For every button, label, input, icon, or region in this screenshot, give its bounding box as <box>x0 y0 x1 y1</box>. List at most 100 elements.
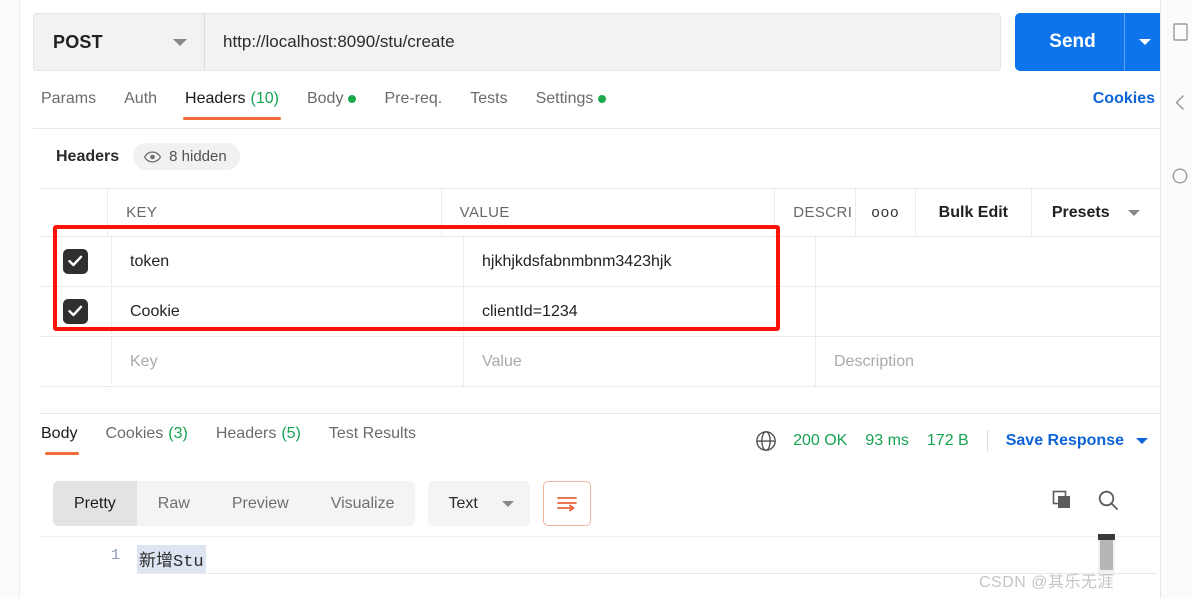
tab-tests[interactable]: Tests <box>456 90 521 120</box>
tab-label: Headers <box>215 425 277 442</box>
url-bar: POST http://localhost:8090/stu/create Se… <box>33 13 1165 71</box>
eye-icon <box>144 150 162 163</box>
tab-label: Cookies <box>105 425 164 442</box>
tab-count: (3) <box>168 425 188 442</box>
right-sidebar <box>1160 0 1192 598</box>
meta-divider <box>986 430 988 452</box>
request-response-pane: POST http://localhost:8090/stu/create Se… <box>20 0 1180 598</box>
header-value[interactable]: clientId=1234 <box>464 287 816 336</box>
response-view-toolbar: Pretty Raw Preview Visualize Text <box>53 481 591 526</box>
select-all-cell <box>40 188 109 237</box>
view-mode-pretty[interactable]: Pretty <box>53 481 137 526</box>
headers-table: KEY VALUE DESCRI ooo Bulk Edit Presets t… <box>40 188 1160 387</box>
http-method-label: POST <box>53 31 103 52</box>
save-response-button[interactable]: Save Response <box>1006 432 1148 450</box>
chevron-down-icon <box>1139 39 1151 45</box>
row-checkbox[interactable] <box>63 248 88 274</box>
response-status: 200 OK <box>793 432 848 449</box>
header-key[interactable]: token <box>112 237 464 286</box>
search-icon[interactable] <box>1096 488 1120 512</box>
url-input[interactable]: http://localhost:8090/stu/create <box>205 13 1001 71</box>
response-tab-test-results[interactable]: Test Results <box>315 425 430 455</box>
tab-settings[interactable]: Settings <box>522 90 621 120</box>
tab-label: Pre-req. <box>384 90 443 107</box>
copy-icon[interactable] <box>1050 488 1074 512</box>
new-header-value-input[interactable]: Value <box>464 337 816 386</box>
tab-label: Headers <box>185 90 246 107</box>
response-tab-headers[interactable]: Headers (5) <box>202 425 315 455</box>
response-time: 93 ms <box>865 432 909 449</box>
word-wrap-icon <box>556 497 577 512</box>
header-description[interactable] <box>816 237 1160 286</box>
table-row[interactable]: Cookie clientId=1234 <box>40 287 1160 337</box>
info-icon[interactable] <box>1170 166 1190 186</box>
response-tab-cookies[interactable]: Cookies (3) <box>91 425 201 455</box>
column-header-description: DESCRI <box>775 188 856 237</box>
header-key[interactable]: Cookie <box>112 287 464 336</box>
circle-icon <box>1172 168 1188 184</box>
tab-headers[interactable]: Headers (10) <box>171 90 293 120</box>
headers-title: Headers <box>56 147 120 165</box>
response-action-icons <box>1050 488 1120 512</box>
chevron-down-icon <box>1136 438 1148 444</box>
response-format-label: Text <box>448 494 478 512</box>
presets-label: Presets <box>1051 203 1110 221</box>
tab-count: (10) <box>250 90 279 107</box>
tab-label: Body <box>306 90 344 107</box>
presets-button[interactable]: Presets <box>1032 189 1160 237</box>
response-format-selector[interactable]: Text <box>428 481 530 526</box>
cookies-link[interactable]: Cookies <box>1093 90 1155 108</box>
table-row-new[interactable]: Key Value Description <box>40 337 1160 387</box>
doc-icon <box>1172 23 1188 41</box>
http-method-selector[interactable]: POST <box>33 13 205 71</box>
response-tab-body[interactable]: Body <box>33 425 91 455</box>
send-options-button[interactable] <box>1125 39 1165 45</box>
hidden-headers-toggle[interactable]: 8 hidden <box>133 143 240 170</box>
view-mode-preview[interactable]: Preview <box>211 481 310 526</box>
bulk-edit-button[interactable]: Bulk Edit <box>916 188 1032 237</box>
response-meta: 200 OK 93 ms 172 B Save Response <box>755 430 1148 452</box>
check-icon <box>68 255 83 267</box>
send-button-label: Send <box>1049 31 1096 52</box>
view-mode-raw[interactable]: Raw <box>137 481 211 526</box>
new-header-key-input[interactable]: Key <box>112 337 464 386</box>
column-header-key: KEY <box>108 188 442 237</box>
response-size: 172 B <box>926 432 969 449</box>
tab-label: Body <box>41 425 78 442</box>
row-checkbox[interactable] <box>63 298 88 324</box>
table-row[interactable]: token hjkhjkdsfabnmbnm3423hjk <box>40 237 1160 287</box>
documentation-icon[interactable] <box>1170 22 1190 42</box>
send-button[interactable]: Send <box>1015 13 1165 71</box>
tab-body[interactable]: Body <box>293 90 370 120</box>
tab-auth[interactable]: Auth <box>110 90 171 120</box>
header-value[interactable]: hjkhjkdsfabnmbnm3423hjk <box>464 237 816 286</box>
chevron-down-icon <box>501 500 514 507</box>
watermark: CSDN @其乐无涯 <box>978 574 1114 591</box>
more-options-icon[interactable]: ooo <box>856 188 917 237</box>
response-divider <box>40 413 1180 414</box>
tab-label: Params <box>41 90 97 107</box>
comments-icon[interactable] <box>1170 92 1190 112</box>
header-description[interactable] <box>816 287 1160 336</box>
row-checkbox-cell <box>40 237 112 285</box>
new-header-description-input[interactable]: Description <box>816 337 1160 386</box>
scrollbar-cap <box>1098 534 1115 540</box>
chevron-left-icon <box>1175 94 1184 110</box>
response-body-text[interactable]: 新增Stu <box>137 545 206 573</box>
body-scrollbar-thumb[interactable] <box>1100 536 1113 570</box>
tab-label: Settings <box>535 90 594 107</box>
row-checkbox-cell <box>40 287 112 335</box>
headers-label-row: Headers 8 hidden <box>56 143 240 170</box>
tab-params[interactable]: Params <box>33 90 110 120</box>
save-response-label: Save Response <box>1005 432 1124 449</box>
status-dot-icon <box>598 95 607 103</box>
tab-label: Tests <box>470 90 508 107</box>
view-mode-visualize[interactable]: Visualize <box>310 481 416 526</box>
tab-pre-request[interactable]: Pre-req. <box>370 90 456 120</box>
check-icon <box>68 305 83 317</box>
tab-label: Auth <box>124 90 158 107</box>
url-text: http://localhost:8090/stu/create <box>223 32 455 51</box>
response-view-modes: Pretty Raw Preview Visualize <box>53 481 416 526</box>
row-checkbox-cell <box>40 337 112 385</box>
word-wrap-button[interactable] <box>542 481 591 526</box>
